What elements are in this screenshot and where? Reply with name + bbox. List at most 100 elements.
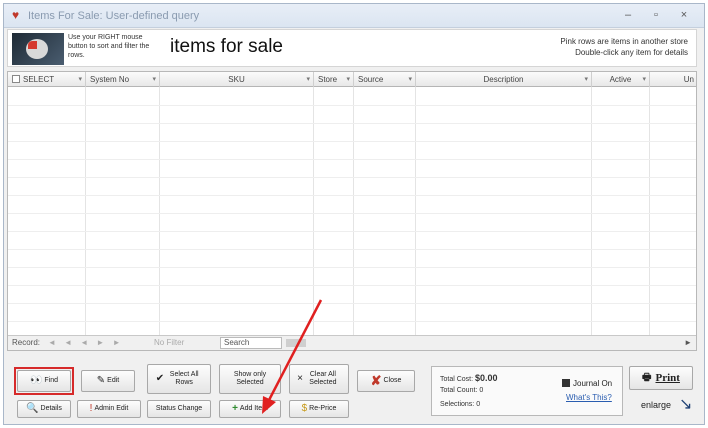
column-divider [85, 87, 86, 337]
status-change-label: Status Change [155, 405, 203, 412]
app-heart-icon: ♥ [12, 8, 20, 22]
record-label: Record: [12, 338, 41, 347]
total-count-value: 0 [479, 387, 484, 394]
items-grid[interactable]: SELECT ▾ System No ▾ SKU ▾ Store ▾ Source ▾ D… [7, 71, 697, 351]
selections-row: Selections: 0 [440, 401, 480, 408]
mouse-right-button-highlight [28, 41, 37, 49]
plus-icon: + [232, 403, 238, 414]
chevron-down-icon[interactable]: ▾ [152, 72, 156, 87]
sort-filter-hint: Use your RIGHT mouse button to sort and … [68, 34, 150, 59]
status-change-button[interactable]: Status Change [147, 400, 211, 418]
row-divider [8, 177, 696, 178]
column-header-store[interactable]: Store ▾ [314, 72, 354, 87]
title-bar: ♥ Items For Sale: User-defined query – ▫… [4, 4, 704, 28]
column-divider [353, 87, 354, 337]
chevron-down-icon[interactable]: ▾ [78, 72, 82, 87]
maximize-button[interactable]: ▫ [644, 7, 668, 24]
column-label: Un [683, 75, 694, 84]
chevron-down-icon[interactable]: ▾ [642, 72, 646, 87]
edit-label: Edit [107, 377, 120, 384]
find-button-highlight [14, 367, 74, 395]
re-price-button[interactable]: $ Re-Price [289, 400, 349, 418]
pink-note-line2: Double-click any item for details [575, 48, 688, 57]
column-header-select[interactable]: SELECT ▾ [8, 72, 86, 87]
column-divider [649, 87, 650, 337]
row-divider [8, 249, 696, 250]
row-divider [8, 303, 696, 304]
header-panel: Use your RIGHT mouse button to sort and … [7, 29, 697, 67]
clear-all-selected-label: Clear All Selected [309, 371, 337, 386]
column-header-description[interactable]: Description ▾ [416, 72, 592, 87]
chevron-down-icon[interactable]: ▾ [584, 72, 588, 87]
printer-icon: 🖶 [642, 372, 652, 383]
checkmark-icon: ✔ [155, 373, 165, 384]
total-count-label: Total Count: [440, 387, 478, 394]
column-label: SELECT [23, 75, 55, 84]
column-divider [159, 87, 160, 337]
no-filter-indicator[interactable]: No Filter [154, 336, 184, 350]
select-all-rows-label: Select All Rows [169, 371, 199, 386]
details-button[interactable]: 🔍 Details [17, 400, 71, 418]
red-x-icon: ✘ [370, 373, 382, 388]
chevron-down-icon[interactable]: ▾ [408, 72, 412, 87]
add-item-button[interactable]: + Add Item [219, 400, 281, 418]
clear-x-icon: × [297, 373, 303, 384]
whats-this-link[interactable]: What's This? [566, 393, 612, 402]
row-divider [8, 159, 696, 160]
column-header-un[interactable]: Un [650, 72, 698, 87]
row-divider [8, 141, 696, 142]
exclamation-icon: ! [89, 403, 93, 414]
window-title: Items For Sale: User-defined query [28, 10, 200, 22]
journal-toggle[interactable]: Journal On [562, 379, 612, 388]
chevron-down-icon[interactable]: ▾ [346, 72, 350, 87]
search-input[interactable]: Search [220, 337, 282, 349]
selections-value: 0 [476, 401, 481, 408]
select-all-rows-button[interactable]: ✔ Select All Rows [147, 364, 211, 394]
column-divider [415, 87, 416, 337]
admin-edit-label: Admin Edit [94, 405, 129, 412]
row-divider [8, 231, 696, 232]
column-header-source[interactable]: Source ▾ [354, 72, 416, 87]
admin-edit-button[interactable]: ! Admin Edit [77, 400, 141, 418]
total-cost-value: $0.00 [475, 373, 498, 383]
price-tag-icon: $ [301, 403, 308, 414]
journal-checkbox[interactable] [562, 379, 570, 387]
record-nav-arrows[interactable]: ◄ ◄ ◄ ► ► [48, 336, 123, 350]
select-all-checkbox[interactable] [12, 75, 20, 83]
enlarge-arrow-icon[interactable]: ↘ [679, 394, 692, 414]
edit-button[interactable]: ✎ Edit [81, 370, 135, 392]
mouse-hint-icon [12, 33, 64, 65]
pencil-icon: ✎ [96, 375, 106, 386]
print-button[interactable]: 🖶 Print [629, 366, 693, 390]
column-divider [591, 87, 592, 337]
grid-rows-area[interactable] [8, 87, 696, 337]
column-header-sku[interactable]: SKU ▾ [160, 72, 314, 87]
page-title: items for sale [170, 36, 283, 57]
row-divider [8, 321, 696, 322]
close-window-button[interactable]: × [672, 7, 696, 24]
totals-panel: Total Cost: $0.00 Total Count: 0 Selecti… [431, 366, 623, 416]
print-label: Print [655, 372, 680, 384]
column-header-system-no[interactable]: System No ▾ [86, 72, 160, 87]
total-cost-label: Total Cost: [440, 376, 474, 383]
clear-all-selected-button[interactable]: × Clear All Selected [289, 364, 349, 394]
column-label: Description [483, 75, 524, 84]
minimize-button[interactable]: – [616, 7, 640, 24]
chevron-down-icon[interactable]: ▾ [306, 72, 310, 87]
horizontal-scrollbar-thumb[interactable] [286, 339, 306, 347]
row-divider [8, 123, 696, 124]
magnifier-icon: 🔍 [26, 403, 39, 414]
total-count-row: Total Count: 0 [440, 387, 483, 394]
pink-note-line1: Pink rows are items in another store [560, 37, 688, 46]
row-divider [8, 105, 696, 106]
show-only-selected-button[interactable]: Show only Selected [219, 364, 281, 394]
column-header-active[interactable]: Active ▾ [592, 72, 650, 87]
enlarge-label[interactable]: enlarge [641, 400, 671, 410]
close-button[interactable]: ✘ Close [357, 370, 415, 392]
column-label: Active [609, 75, 632, 84]
close-label: Close [383, 377, 402, 384]
record-navigation-bar: Record: ◄ ◄ ◄ ► ► No Filter Search ► [8, 335, 696, 350]
show-only-selected-label: Show only Selected [233, 371, 267, 386]
scroll-right-arrow-icon[interactable]: ► [684, 336, 692, 350]
row-divider [8, 285, 696, 286]
